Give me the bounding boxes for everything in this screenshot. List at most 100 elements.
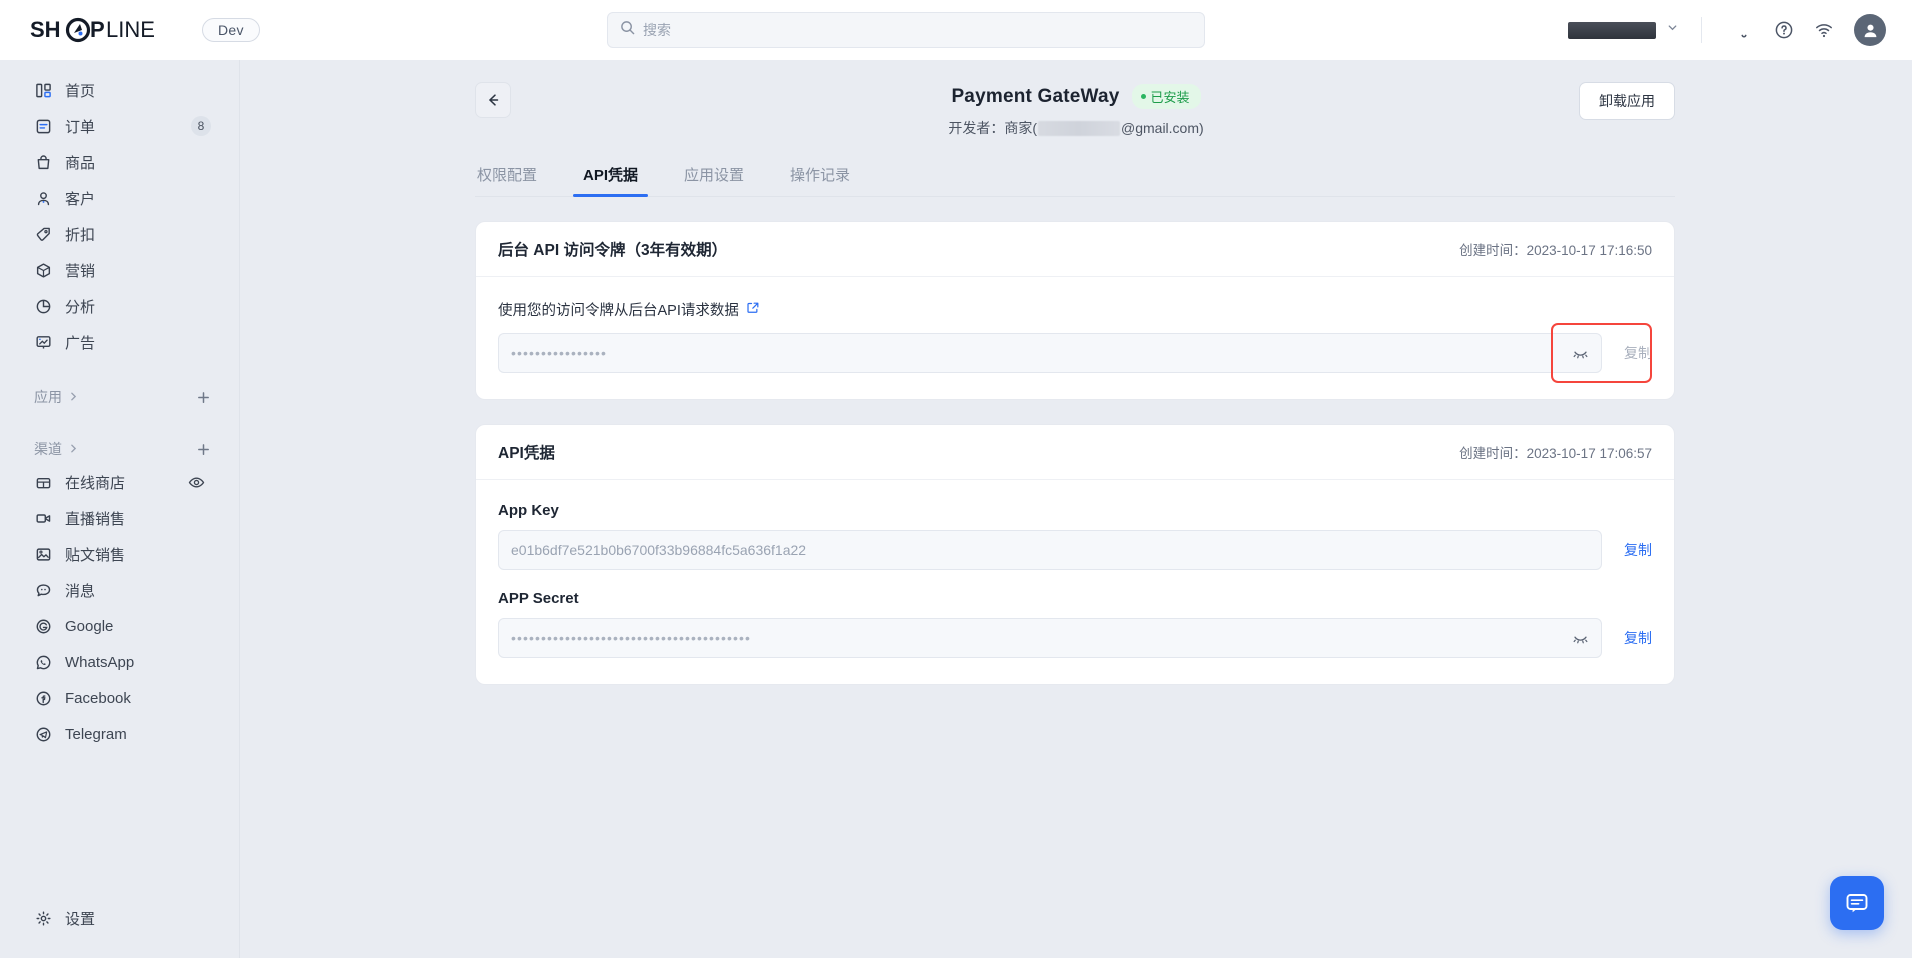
chat-support-button[interactable]: [1830, 876, 1884, 930]
search-box[interactable]: [607, 12, 1205, 48]
app-key-input[interactable]: e01b6df7e521b0b6700f33b96884fc5a636f1a22: [498, 530, 1602, 570]
sidebar-settings-row: 设置: [0, 900, 239, 936]
sidebar-item-label: 直播销售: [65, 510, 126, 528]
sidebar-item-customers[interactable]: 客户: [10, 180, 229, 216]
page-title: Payment GateWay: [951, 85, 1120, 107]
sidebar-item-analytics[interactable]: 分析: [10, 288, 229, 324]
developer-prefix: 开发者：商家(: [948, 120, 1037, 136]
dev-badge: Dev: [202, 18, 260, 42]
sidebar-item-google[interactable]: Google: [10, 608, 229, 644]
sidebar-item-label: Facebook: [65, 689, 131, 707]
app-secret-label: APP Secret: [498, 590, 579, 607]
api-token-copy-button[interactable]: 复制: [1624, 343, 1652, 363]
app-secret-copy-button[interactable]: 复制: [1624, 628, 1652, 648]
sidebar-item-orders[interactable]: 订单 8: [10, 108, 229, 144]
sidebar: 首页 订单 8 商品 客户 折扣 营销 分析 广告 应用 渠道 在线商店 直播销…: [0, 60, 240, 958]
sidebar-item-post-sales[interactable]: 贴文销售: [10, 536, 229, 572]
external-link-icon[interactable]: [746, 301, 760, 319]
status-badge-label: 已安装: [1150, 90, 1190, 105]
sidebar-item-marketing[interactable]: 营销: [10, 252, 229, 288]
top-bar: SH P LINE Dev: [0, 0, 1912, 60]
sidebar-item-label: WhatsApp: [65, 653, 135, 671]
api-credential-card-header: API凭据 创建时间：2023-10-17 17:06:57: [476, 425, 1674, 480]
tab-api-credentials[interactable]: API凭据: [573, 164, 649, 197]
status-dot-icon: [1140, 94, 1146, 99]
sidebar-item-live-sales[interactable]: 直播销售: [10, 500, 229, 536]
sidebar-item-messages[interactable]: 消息: [10, 572, 229, 608]
sidebar-item-products[interactable]: 商品: [10, 144, 229, 180]
page-header: Payment GateWay 已安装 开发者：商家( @gmail.com) …: [240, 60, 1912, 138]
svg-text:LINE: LINE: [106, 17, 155, 42]
sidebar-section-channels-header[interactable]: 渠道: [0, 434, 79, 464]
api-token-visibility-toggle[interactable]: [1560, 333, 1602, 373]
sidebar-item-label: 营销: [65, 262, 96, 280]
developer-suffix: @gmail.com): [1121, 120, 1204, 136]
sidebar-item-facebook[interactable]: Facebook: [10, 680, 229, 716]
question-circle-icon[interactable]: [1764, 10, 1804, 50]
app-key-copy-button[interactable]: 复制: [1624, 540, 1652, 560]
created-label: 创建时间：: [1459, 243, 1527, 258]
sidebar-item-label: 商品: [65, 154, 96, 172]
uninstall-app-button[interactable]: 卸载应用: [1579, 82, 1675, 120]
api-credential-created-time: 创建时间：2023-10-17 17:06:57: [1459, 442, 1652, 462]
video-icon: [34, 509, 52, 527]
sidebar-section-apps-header[interactable]: 应用: [0, 382, 79, 412]
add-channel-button[interactable]: [193, 439, 213, 459]
sidebar-item-label: 在线商店: [65, 474, 126, 492]
gear-icon: [34, 909, 52, 927]
sidebar-item-label: 贴文销售: [65, 546, 126, 564]
app-secret-visibility-toggle[interactable]: [1572, 630, 1589, 647]
sidebar-item-label: 订单: [65, 118, 96, 136]
tab-bar: 权限配置 API凭据 应用设置 操作记录: [475, 164, 1675, 197]
tab-app-settings[interactable]: 应用设置: [682, 164, 746, 196]
tab-permissions[interactable]: 权限配置: [475, 164, 539, 196]
sidebar-item-label: 分析: [65, 298, 96, 316]
tab-operation-log[interactable]: 操作记录: [788, 164, 852, 196]
account-name-redacted: [1568, 21, 1656, 39]
ads-icon: [34, 333, 52, 351]
status-badge: 已安装: [1131, 84, 1201, 109]
facebook-icon: [34, 689, 52, 707]
sidebar-item-home[interactable]: 首页: [10, 72, 229, 108]
search-input[interactable]: [643, 22, 1192, 38]
back-button[interactable]: [475, 82, 511, 118]
api-token-card-body: 使用您的访问令牌从后台API请求数据 •••••••••••••••• 复制: [476, 277, 1674, 399]
wifi-icon[interactable]: [1804, 10, 1844, 50]
api-token-input[interactable]: ••••••••••••••••: [498, 333, 1560, 373]
sidebar-section-label: 应用: [34, 389, 62, 405]
sidebar-item-ads[interactable]: 广告: [10, 324, 229, 360]
add-app-button[interactable]: [193, 387, 213, 407]
shopline-logo[interactable]: SH P LINE: [30, 16, 180, 44]
search-area: [607, 12, 1205, 48]
api-token-description-text: 使用您的访问令牌从后台API请求数据: [498, 303, 739, 319]
store-icon: [34, 473, 52, 491]
svg-text:SH: SH: [30, 17, 61, 42]
api-token-card: 后台 API 访问令牌（3年有效期） 创建时间：2023-10-17 17:16…: [475, 221, 1675, 400]
order-count-badge: 8: [191, 116, 211, 136]
app-key-row: e01b6df7e521b0b6700f33b96884fc5a636f1a22…: [498, 530, 1652, 570]
account-menu[interactable]: [1568, 21, 1679, 39]
sidebar-item-label: 广告: [65, 334, 96, 352]
sidebar-section-label: 渠道: [34, 441, 62, 457]
sidebar-item-telegram[interactable]: Telegram: [10, 716, 229, 752]
divider: [1701, 17, 1702, 43]
chevron-right-icon: [68, 441, 79, 457]
app-secret-row: ••••••••••••••••••••••••••••••••••••••••…: [498, 618, 1652, 658]
main-content: Payment GateWay 已安装 开发者：商家( @gmail.com) …: [240, 60, 1912, 958]
eye-closed-icon: [1573, 636, 1588, 643]
eye-icon[interactable]: [188, 474, 205, 491]
sidebar-item-whatsapp[interactable]: WhatsApp: [10, 644, 229, 680]
developer-line: 开发者：商家( @gmail.com): [240, 118, 1912, 138]
top-right-area: [1568, 0, 1912, 60]
sidebar-item-label: 首页: [65, 82, 96, 100]
app-secret-masked-value: ••••••••••••••••••••••••••••••••••••••••: [511, 630, 752, 646]
sidebar-item-online-store[interactable]: 在线商店: [10, 464, 229, 500]
sidebar-item-settings[interactable]: 设置: [10, 900, 230, 936]
whatsapp-icon: [34, 653, 52, 671]
user-avatar-icon[interactable]: [1854, 14, 1886, 46]
google-icon: [34, 617, 52, 635]
bell-icon[interactable]: [1724, 10, 1764, 50]
app-secret-input[interactable]: ••••••••••••••••••••••••••••••••••••••••: [498, 618, 1602, 658]
sidebar-item-discounts[interactable]: 折扣: [10, 216, 229, 252]
search-icon: [620, 20, 635, 40]
